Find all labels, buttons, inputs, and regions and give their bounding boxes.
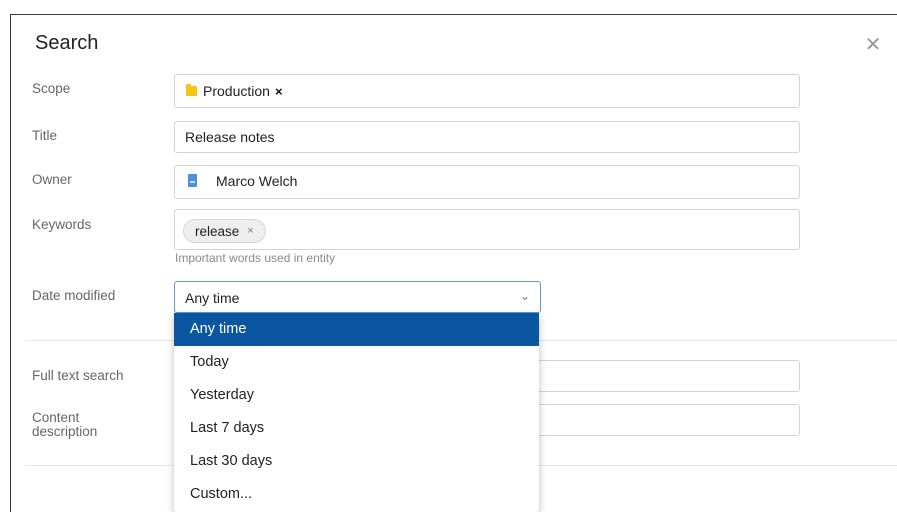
user-card-icon <box>188 174 197 187</box>
option-today[interactable]: Today <box>174 346 539 379</box>
close-icon[interactable]: ✕ <box>862 35 884 57</box>
keyword-chip-remove-icon[interactable]: × <box>247 225 253 237</box>
option-custom[interactable]: Custom... <box>174 478 539 511</box>
folder-icon <box>186 84 197 96</box>
option-any-time[interactable]: Any time <box>174 313 539 346</box>
dialog-title: Search <box>35 32 99 54</box>
option-last-7-days[interactable]: Last 7 days <box>174 412 539 445</box>
content-description-label: Content description <box>32 411 97 439</box>
option-yesterday[interactable]: Yesterday <box>174 379 539 412</box>
keywords-field[interactable]: release × <box>174 209 800 250</box>
title-input[interactable]: Release notes <box>174 121 800 153</box>
owner-value: Marco Welch <box>216 173 298 189</box>
scope-chip-label: Production <box>203 83 270 99</box>
keyword-chip: release × <box>183 219 266 243</box>
scope-label: Scope <box>32 81 71 96</box>
owner-field[interactable]: Marco Welch <box>174 165 800 199</box>
keywords-hint: Important words used in entity <box>175 251 336 265</box>
content-description-label-line1: Content <box>32 410 80 425</box>
title-input-value: Release notes <box>185 129 275 145</box>
scope-field[interactable]: Production × <box>174 74 800 108</box>
date-modified-label: Date modified <box>32 288 116 303</box>
full-text-search-label: Full text search <box>32 368 124 383</box>
content-description-label-line2: description <box>32 424 98 439</box>
scope-chip: Production × <box>186 83 283 99</box>
option-last-30-days[interactable]: Last 30 days <box>174 445 539 478</box>
chevron-down-icon: ⌄ <box>519 289 530 303</box>
keyword-chip-label: release <box>195 223 240 239</box>
title-label: Title <box>32 128 58 143</box>
keywords-label: Keywords <box>32 217 92 232</box>
date-modified-value: Any time <box>185 290 240 306</box>
date-modified-select[interactable]: Any time ⌄ <box>174 281 541 313</box>
owner-label: Owner <box>32 172 72 187</box>
search-dialog: Search ✕ Scope Production × Title Releas… <box>10 14 897 512</box>
scope-chip-remove-icon[interactable]: × <box>275 84 283 99</box>
date-modified-dropdown: Any time Today Yesterday Last 7 days Las… <box>174 313 539 512</box>
